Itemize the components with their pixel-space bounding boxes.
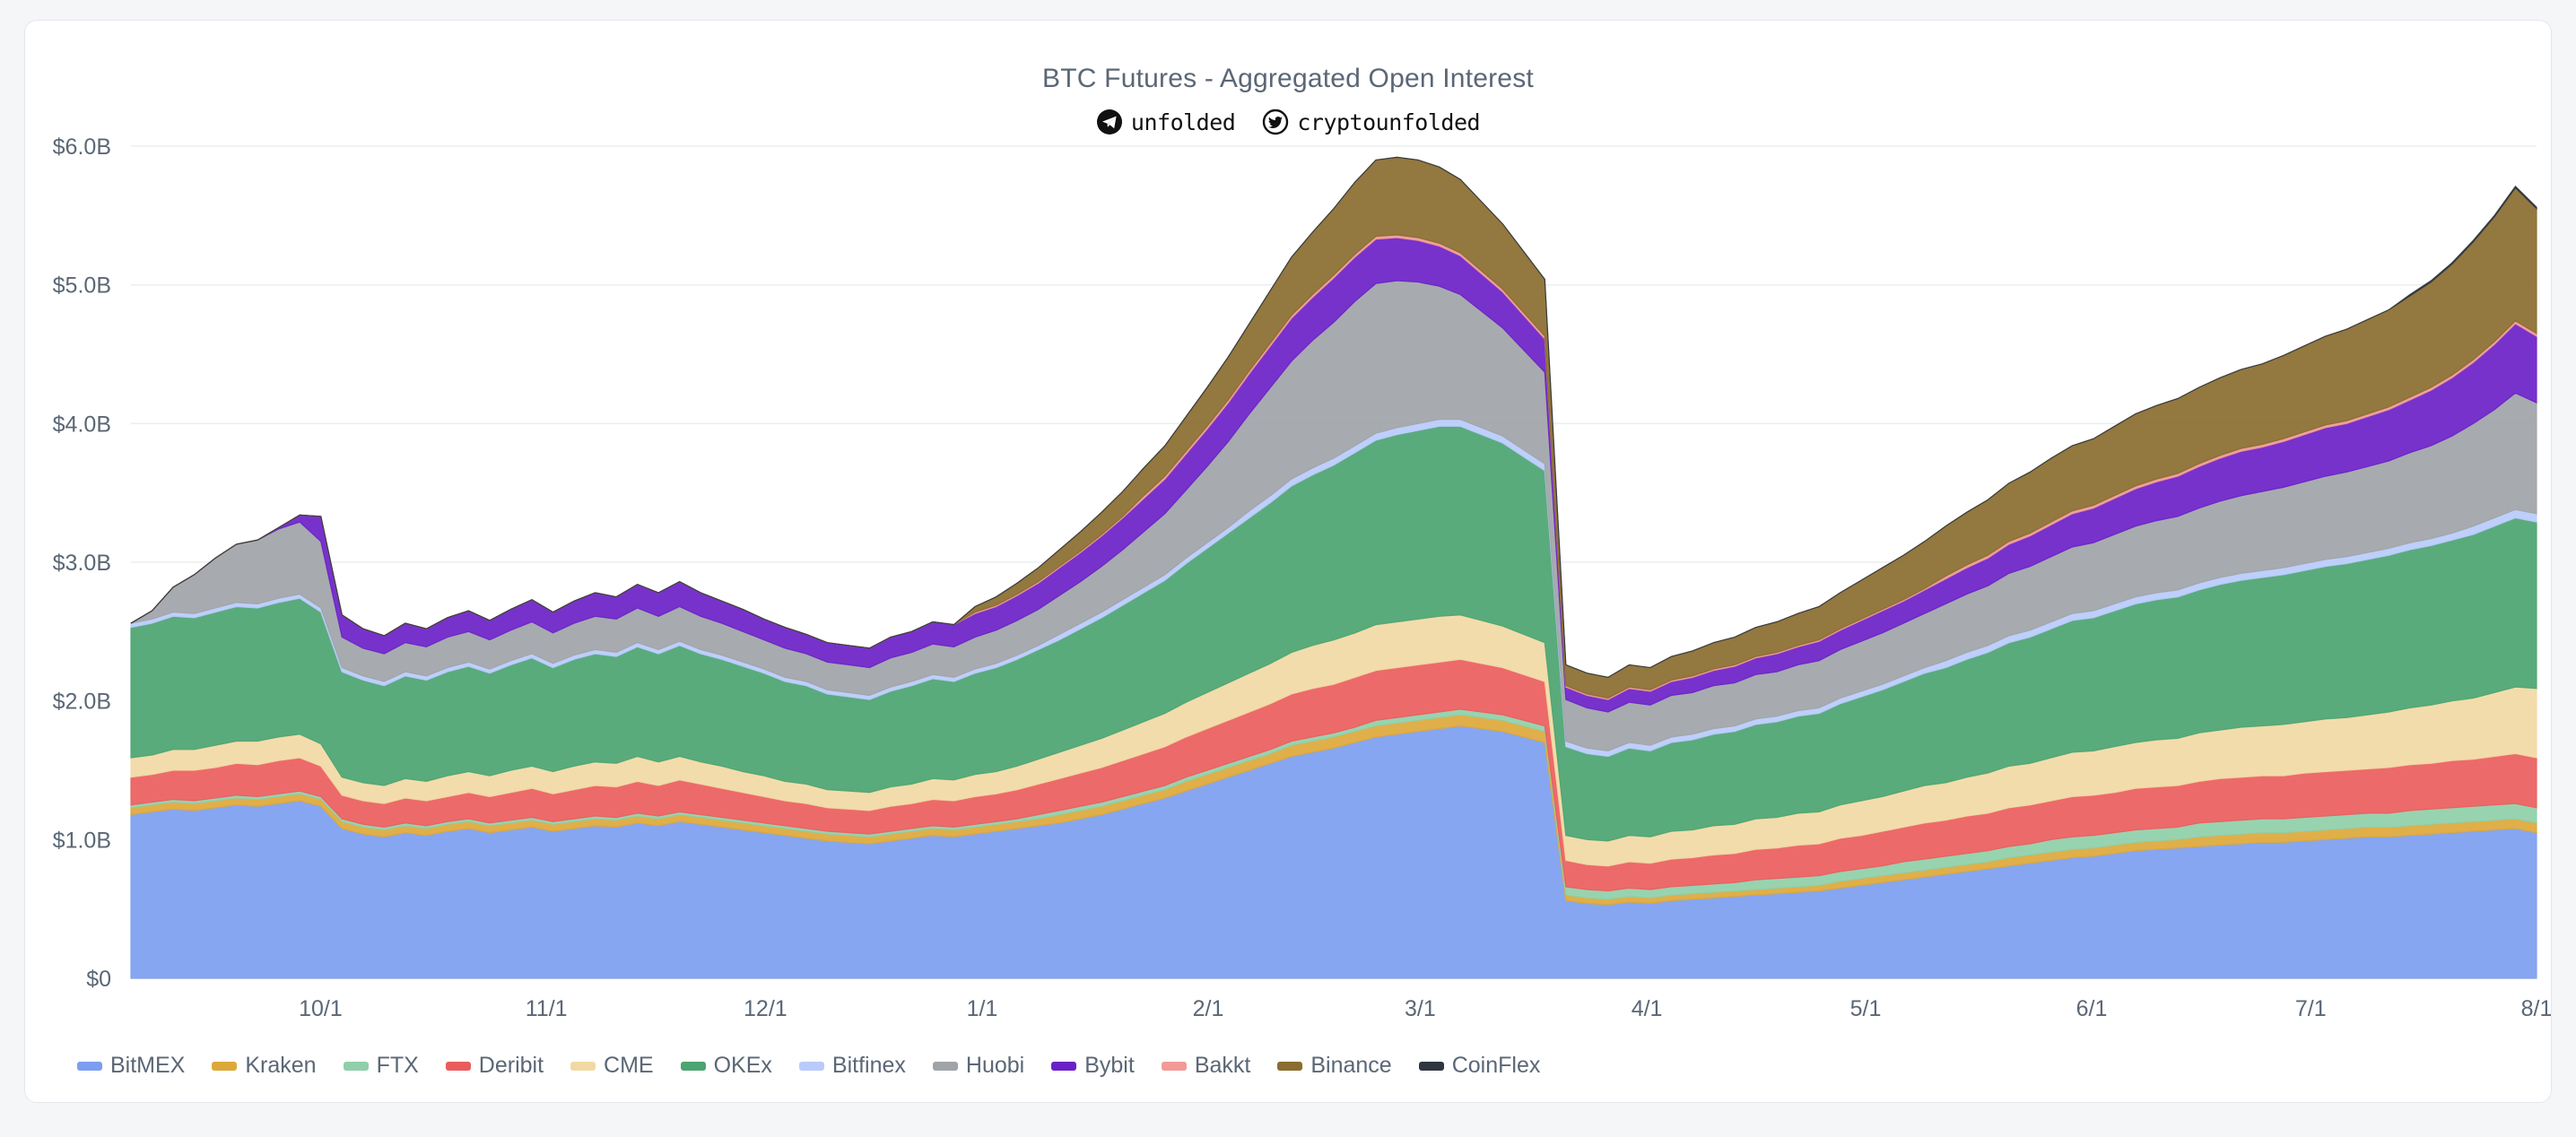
legend-label: Bakkt [1194,1053,1251,1078]
legend-item-cme[interactable]: CME [570,1053,654,1079]
legend-label: Deribit [478,1053,544,1078]
legend-item-huobi[interactable]: Huobi [932,1053,1025,1079]
chart-plot-area[interactable]: $0 $1.0B $2.0B $3.0B $4.0B $5.0B $6.0B 10/1 11/1… [25,21,2552,1103]
x-axis-tick-label: 5/1 [1850,996,1882,1021]
y-axis-tick-label: $4.0B [53,412,111,437]
legend-item-ftx[interactable]: FTX [343,1053,419,1079]
legend-swatch-kraken [212,1061,238,1071]
legend-swatch-bakkt [1161,1061,1187,1071]
legend-label: Kraken [245,1053,317,1078]
x-axis-tick-label: 4/1 [1632,996,1663,1021]
x-axis-tick-label: 8/1 [2521,996,2552,1021]
x-axis-tick-label: 3/1 [1405,996,1436,1021]
legend-label: Huobi [965,1053,1025,1078]
legend-label: BitMEX [110,1053,186,1078]
y-axis-tick-label: $0 [86,967,111,992]
chart-legend[interactable]: BitMEX Kraken FTX Deribit CME OKEx Bitfinex Huo… [25,1053,2551,1079]
x-axis-tick-label: 11/1 [526,996,568,1021]
legend-swatch-ftx [343,1061,369,1071]
legend-item-binance[interactable]: Binance [1277,1053,1392,1079]
legend-swatch-okex [680,1061,706,1071]
x-axis-tick-label: 10/1 [299,996,343,1021]
legend-swatch-bitmex [77,1061,102,1071]
legend-item-bakkt[interactable]: Bakkt [1161,1053,1251,1079]
y-axis-tick-label: $5.0B [53,273,111,299]
legend-item-kraken[interactable]: Kraken [212,1053,317,1079]
y-axis-tick-label: $1.0B [53,828,111,853]
legend-item-deribit[interactable]: Deribit [445,1053,544,1079]
legend-swatch-cme [570,1061,596,1071]
x-axis-tick-label: 12/1 [744,996,788,1021]
stacked-area-chart[interactable]: $0 $1.0B $2.0B $3.0B $4.0B $5.0B $6.0B 10/1 11/1… [25,21,2552,1103]
y-axis-tick-label: $6.0B [53,135,111,160]
legend-item-coinflex[interactable]: CoinFlex [1418,1053,1541,1079]
y-axis-tick-label: $3.0B [53,551,111,576]
x-axis-tick-label: 1/1 [967,996,998,1021]
legend-swatch-binance [1277,1061,1303,1071]
legend-swatch-coinflex [1418,1061,1444,1071]
legend-item-okex[interactable]: OKEx [680,1053,772,1079]
legend-swatch-bybit [1051,1061,1077,1071]
legend-item-bitfinex[interactable]: Bitfinex [798,1053,906,1079]
legend-label: Bybit [1084,1053,1135,1078]
x-axis-tick-label: 7/1 [2295,996,2327,1021]
y-axis-tick-label: $2.0B [53,690,111,715]
x-axis-tick-label: 6/1 [2076,996,2108,1021]
legend-item-bybit[interactable]: Bybit [1051,1053,1135,1079]
legend-label: Binance [1310,1053,1392,1078]
page-root: BTC Futures - Aggregated Open Interest u… [0,0,2576,1137]
legend-item-bitmex[interactable]: BitMEX [77,1053,185,1079]
legend-label: OKEx [713,1053,772,1078]
legend-label: FTX [376,1053,419,1078]
legend-label: CME [604,1053,654,1078]
legend-swatch-deribit [445,1061,471,1071]
legend-swatch-bitfinex [798,1061,824,1071]
legend-label: Bitfinex [831,1053,906,1078]
chart-card: BTC Futures - Aggregated Open Interest u… [24,20,2552,1103]
legend-label: CoinFlex [1451,1053,1541,1078]
x-axis-tick-label: 2/1 [1193,996,1224,1021]
legend-swatch-huobi [932,1061,958,1071]
